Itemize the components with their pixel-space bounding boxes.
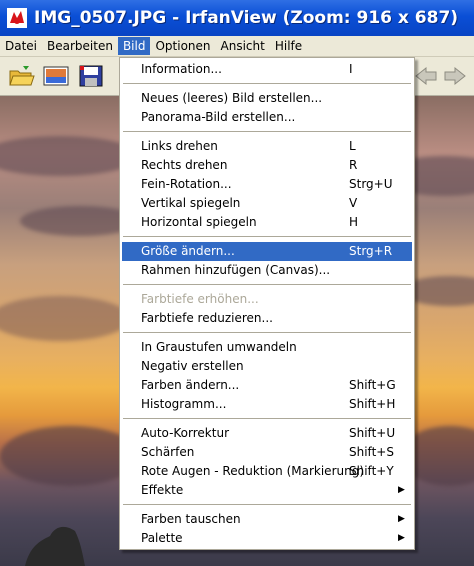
menu-item-resize[interactable]: Größe ändern... Strg+R xyxy=(122,242,412,261)
submenu-arrow-icon: ▶ xyxy=(398,485,405,495)
menu-hilfe[interactable]: Hilfe xyxy=(270,37,307,55)
menu-item-negative[interactable]: Negativ erstellen xyxy=(122,357,412,376)
window-title: IMG_0507.JPG - IrfanView (Zoom: 916 x 68… xyxy=(34,8,459,28)
menu-item-information[interactable]: Information... I xyxy=(122,60,412,79)
menu-item-auto-correction[interactable]: Auto-Korrektur Shift+U xyxy=(122,424,412,443)
menu-separator xyxy=(123,418,411,420)
irfanview-app-icon xyxy=(6,7,28,29)
submenu-arrow-icon: ▶ xyxy=(398,533,405,543)
menu-bearbeiten[interactable]: Bearbeiten xyxy=(42,37,118,55)
menu-item-effects[interactable]: Effekte ▶ xyxy=(122,481,412,500)
menu-item-rotate-right[interactable]: Rechts drehen R xyxy=(122,156,412,175)
menu-separator xyxy=(123,284,411,286)
previous-icon[interactable] xyxy=(412,62,440,90)
menu-optionen[interactable]: Optionen xyxy=(150,37,215,55)
menu-separator xyxy=(123,131,411,133)
menu-ansicht[interactable]: Ansicht xyxy=(216,37,270,55)
submenu-arrow-icon: ▶ xyxy=(398,514,405,524)
menu-item-new-image[interactable]: Neues (leeres) Bild erstellen... xyxy=(122,89,412,108)
menu-item-increase-color-depth: Farbtiefe erhöhen... xyxy=(141,292,259,306)
menu-separator xyxy=(123,504,411,506)
menu-item-grayscale[interactable]: In Graustufen umwandeln xyxy=(122,338,412,357)
menu-separator xyxy=(123,83,411,85)
menu-bar: Datei Bearbeiten Bild Optionen Ansicht H… xyxy=(0,36,474,57)
tree-silhouette xyxy=(25,526,85,566)
title-bar[interactable]: IMG_0507.JPG - IrfanView (Zoom: 916 x 68… xyxy=(0,0,474,36)
menu-separator xyxy=(123,332,411,334)
thumbnails-icon[interactable] xyxy=(42,62,70,90)
bild-dropdown-menu: Information... I Neues (leeres) Bild erst… xyxy=(119,57,415,550)
open-folder-icon[interactable] xyxy=(8,62,36,90)
menu-item-fine-rotation[interactable]: Fein-Rotation... Strg+U xyxy=(122,175,412,194)
menu-item-histogram[interactable]: Histogramm... Shift+H xyxy=(122,395,412,414)
menu-item-panorama[interactable]: Panorama-Bild erstellen... xyxy=(122,108,412,127)
menu-separator xyxy=(123,236,411,238)
menu-item-swap-colors[interactable]: Farben tauschen ▶ xyxy=(122,510,412,529)
menu-item-sharpen[interactable]: Schärfen Shift+S xyxy=(122,443,412,462)
menu-item-rotate-left[interactable]: Links drehen L xyxy=(122,137,412,156)
menu-datei[interactable]: Datei xyxy=(0,37,42,55)
next-icon[interactable] xyxy=(441,62,469,90)
save-icon[interactable] xyxy=(77,62,105,90)
menu-item-flip-horizontal[interactable]: Horizontal spiegeln H xyxy=(122,213,412,232)
menu-item-add-border[interactable]: Rahmen hinzufügen (Canvas)... xyxy=(122,261,412,280)
menu-item-red-eye-reduction[interactable]: Rote Augen - Reduktion (Markierung) Shift… xyxy=(122,462,412,481)
menu-item-decrease-color-depth[interactable]: Farbtiefe reduzieren... xyxy=(122,309,412,328)
menu-item-flip-vertical[interactable]: Vertikal spiegeln V xyxy=(122,194,412,213)
menu-bild[interactable]: Bild xyxy=(117,37,151,55)
menu-item-change-colors[interactable]: Farben ändern... Shift+G xyxy=(122,376,412,395)
menu-item-palette[interactable]: Palette ▶ xyxy=(122,529,412,548)
